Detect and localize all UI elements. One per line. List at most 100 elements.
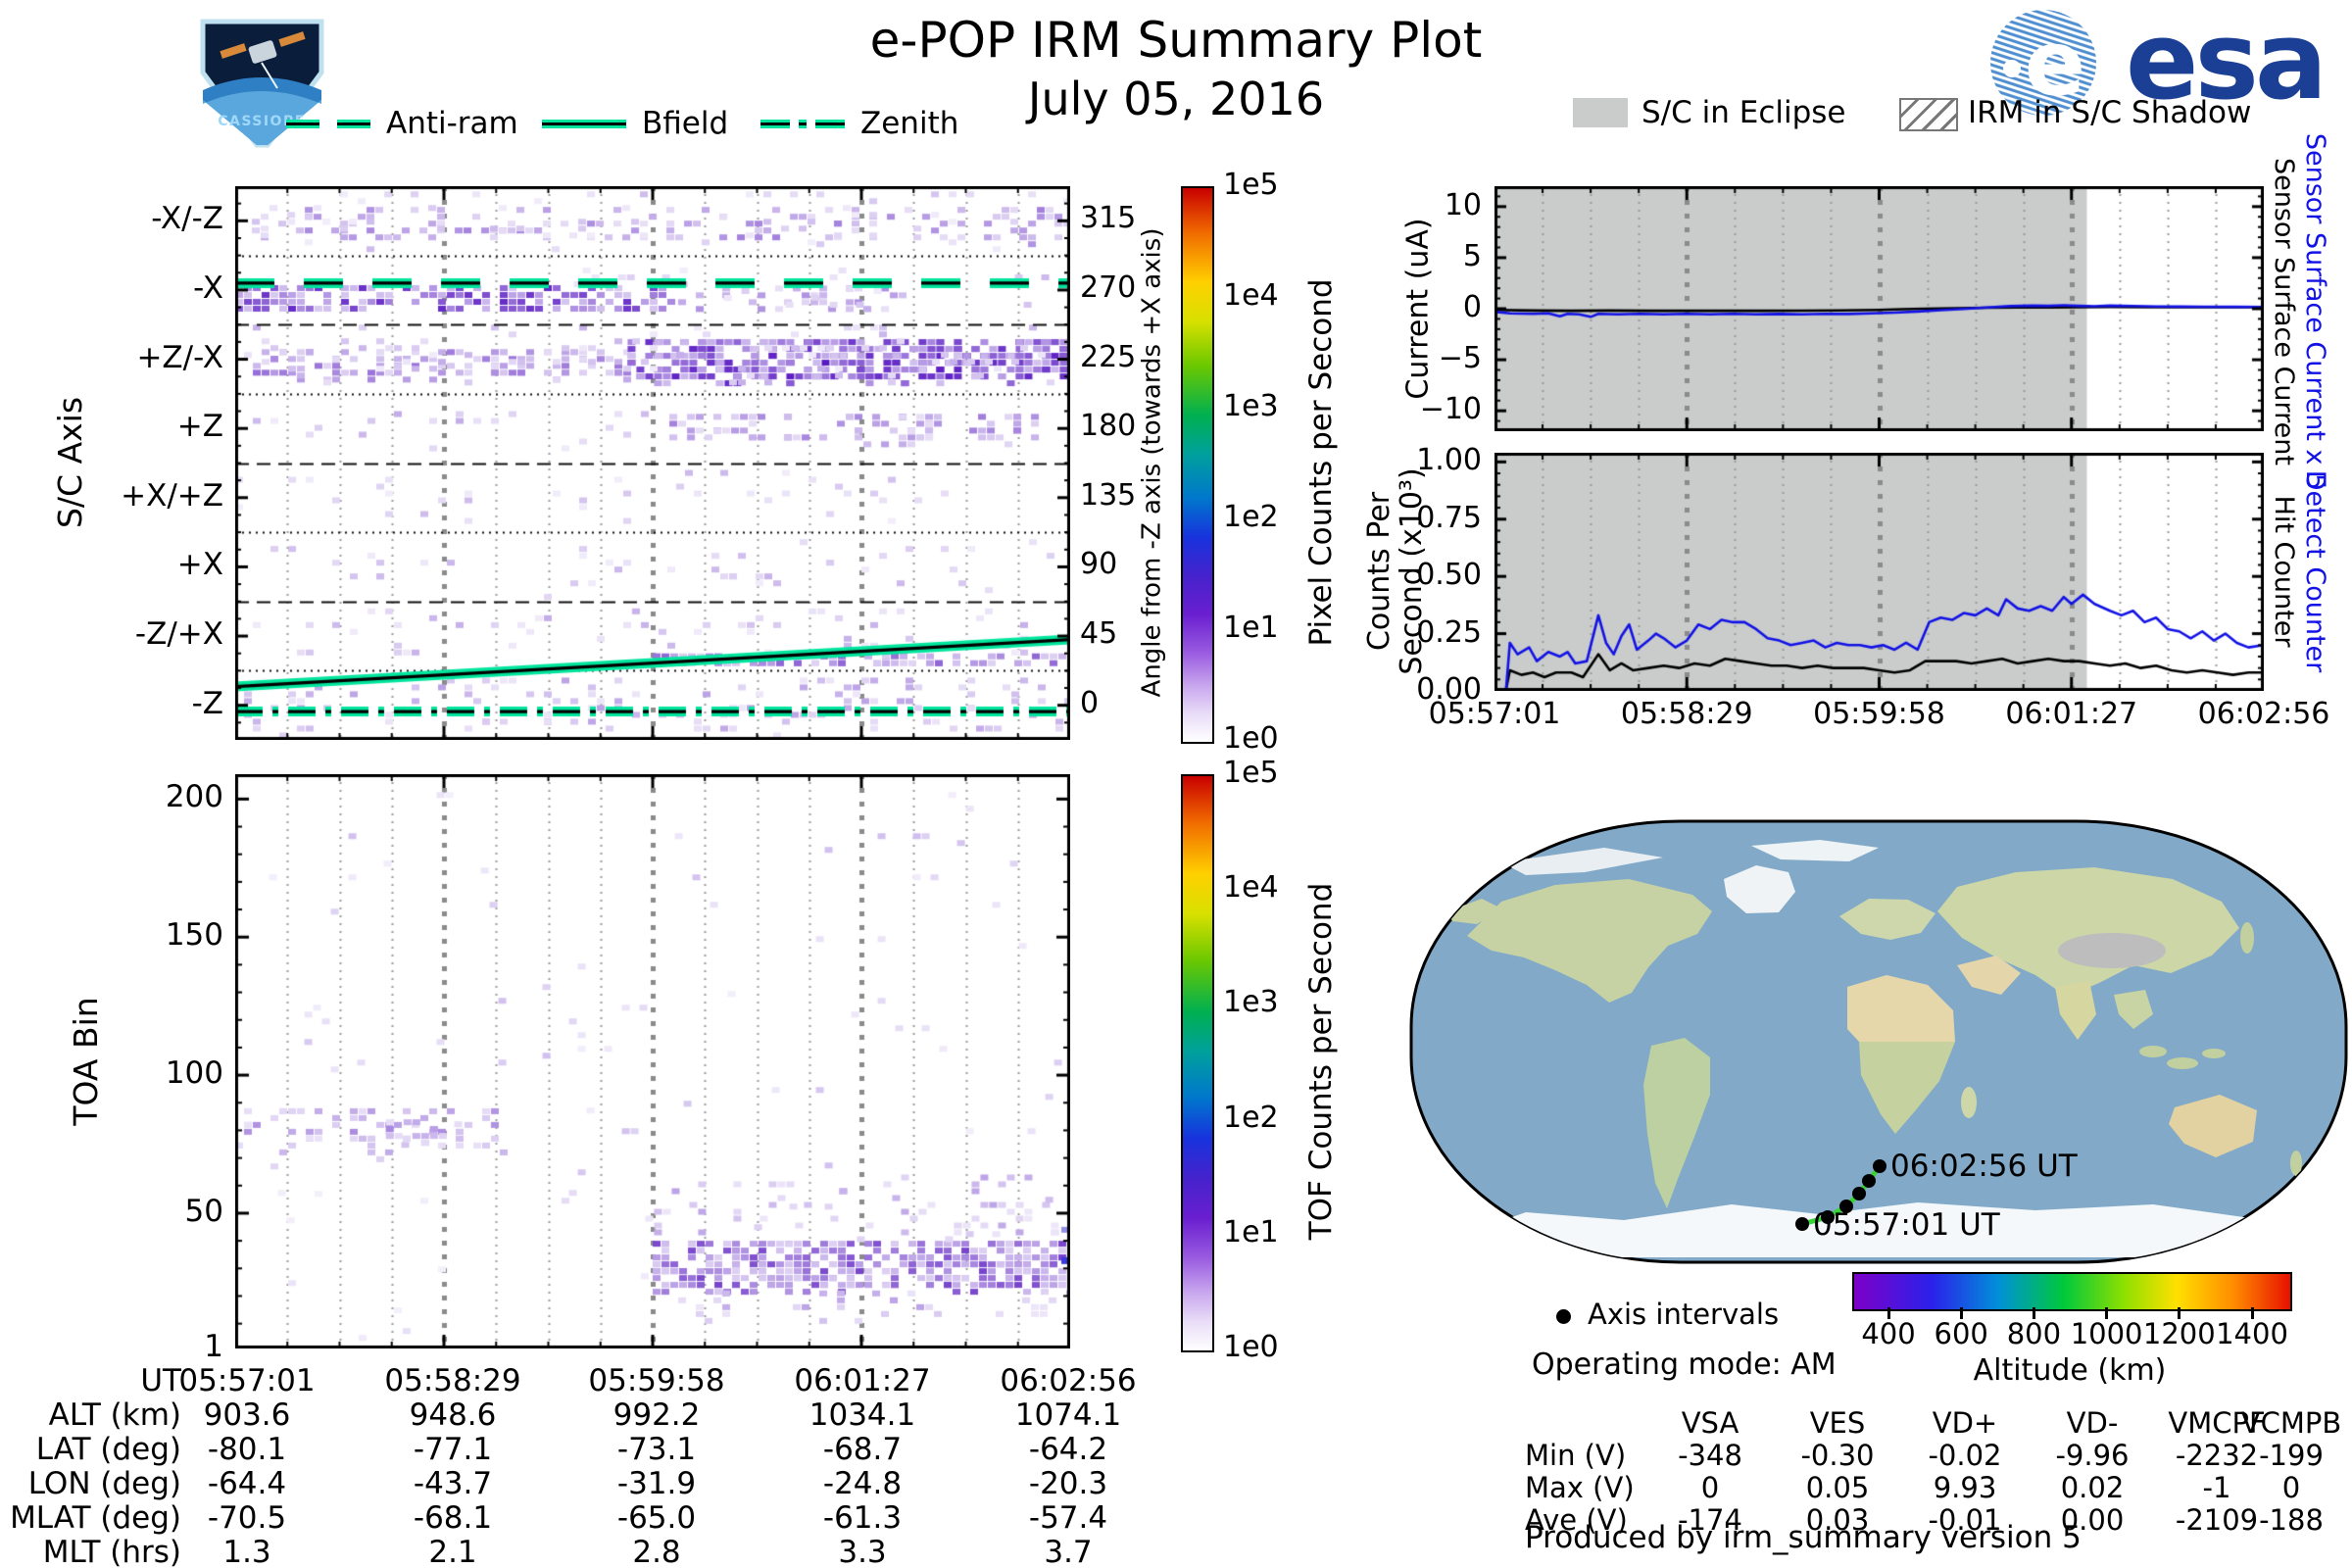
altitude-tick-label: 1400 [2216,1317,2288,1350]
operating-mode-label: Operating mode: AM [1532,1348,1837,1382]
time-tick-label: 06:02:56 [2197,697,2330,731]
sc-axis-band-label: -Z/+X [134,616,223,653]
ephemeris-cell: -24.8 [822,1466,903,1501]
counts-tick-label: 1.00 [1416,443,1482,478]
voltage-cell: 0.05 [1805,1471,1870,1504]
voltage-cell: -0.30 [1800,1439,1875,1472]
ephemeris-cell: -31.9 [616,1466,697,1501]
attitude-legend-label: Anti-ram [386,106,518,141]
pixel-colorbar-tick-label: 1e3 [1223,389,1279,423]
current-tick-label: −10 [1419,392,1482,427]
footer-version-note: Produced by irm_summary version 5 [1525,1520,2082,1555]
current-tick-label: 10 [1444,187,1482,222]
tof-colorbar-tick-label: 1e1 [1223,1214,1279,1250]
zenith-line-sample-icon [760,119,845,128]
tof-colorbar-tick-label: 1e0 [1223,1330,1279,1364]
counts-right-label-blue: Detect Counter [2299,469,2330,673]
eclipse-legend-label: S/C in Eclipse [1642,95,1846,130]
pixel-colorbar-tick-label: 1e2 [1223,500,1279,534]
current-tick-label: −5 [1438,341,1482,376]
ephemeris-cell: -70.5 [207,1500,287,1536]
ephemeris-cell: 06:02:56 [1000,1363,1137,1398]
voltage-row-label: Min (V) [1525,1439,1627,1472]
ephemeris-cell: 05:59:58 [588,1363,725,1398]
altitude-colorbar [1852,1272,2292,1311]
angle-tick-label: 135 [1080,477,1137,513]
toa-tick-label: 150 [165,917,223,954]
voltage-cell: -199 [2259,1439,2324,1472]
voltage-column-header: VD+ [1932,1406,1998,1440]
page-title: e-POP IRM Summary Plot [869,12,1483,69]
angle-tick-label: 90 [1080,547,1118,582]
ephemeris-cell: -73.1 [616,1432,697,1467]
ephemeris-cell: 2.1 [428,1535,477,1568]
time-tick-label: 05:57:01 [1428,697,1561,731]
voltage-cell: -0.02 [1928,1439,2002,1472]
attitude-legend-item: Anti-ram [286,106,518,141]
axis-interval-marker [1862,1174,1876,1188]
ephemeris-cell: 3.7 [1044,1535,1093,1568]
ephemeris-cell: 06:01:27 [794,1363,931,1398]
current-tick-label: 0 [1462,290,1482,324]
tof-colorbar-tick-label: 1e2 [1223,1100,1279,1135]
voltage-column-header: VES [1809,1406,1866,1440]
epop-irm-summary-plot: CASSIOPE e-POP IRM Summary Plot July 05,… [0,0,2352,1568]
sc-axis-band-label: -X [193,270,223,306]
ephemeris-cell: -68.7 [822,1432,903,1467]
anti-ram-line-sample-icon [286,119,370,128]
sc-axis-band-label: -Z [191,685,223,721]
axis-interval-marker [1795,1217,1809,1231]
sc-axis-heatmap-canvas [235,186,1070,740]
voltage-cell: -9.96 [2055,1439,2130,1472]
ephemeris-cell: -68.1 [413,1500,493,1536]
pixel-colorbar-tick-label: 1e1 [1223,611,1279,645]
irm-shadow-legend-label: IRM in S/C Shadow [1968,95,2252,130]
angle-tick-label: 315 [1080,201,1137,236]
attitude-legend-label: Zenith [860,106,959,141]
toa-tick-label: 200 [165,779,223,815]
toa-tick-label: 1 [204,1329,223,1364]
sc-axis-band-label: +X [176,547,223,583]
angle-tick-label: 45 [1080,616,1118,652]
voltage-cell: -188 [2259,1503,2324,1537]
voltage-cell: 0.02 [2060,1471,2125,1504]
angle-tick-label: 270 [1080,270,1137,305]
toa-tick-label: 100 [165,1055,223,1092]
ephemeris-cell: -43.7 [413,1466,493,1501]
sc-axis-band-label: +X/+Z [121,477,223,514]
track-start-time-label: 05:57:01 UT [1813,1207,2001,1243]
time-tick-label: 06:01:27 [2005,697,2138,731]
pixel-colorbar-tick-label: 1e0 [1223,721,1279,756]
ephemeris-cell: 3.3 [838,1535,887,1568]
attitude-legend-label: Bfield [642,106,729,141]
axis-interval-marker [1852,1187,1866,1200]
voltage-cell: 9.93 [1933,1471,1997,1504]
ephemeris-cell: -65.0 [616,1500,697,1536]
sensor-current-plot-canvas [1494,186,2264,431]
pixel-colorbar-tick-label: 1e4 [1223,278,1279,313]
current-right-label-black: Sensor Surface Current [2268,158,2299,466]
current-right-label-blue: Sensor Surface Current x 5 [2299,132,2330,491]
current-tick-label: 5 [1462,238,1482,273]
altitude-colorbar-label: Altitude (km) [1973,1353,2167,1388]
voltage-cell: 0 [1700,1471,1720,1504]
attitude-legend-item: Bfield [542,106,728,141]
toa-heatmap-canvas [235,774,1070,1348]
ephemeris-cell: 05:58:29 [384,1363,521,1398]
ephemeris-cell: 948.6 [409,1397,497,1433]
voltage-column-header: VD- [2066,1406,2119,1440]
bfield-line-sample-icon [542,119,626,128]
sc-axis-band-label: -X/-Z [151,201,223,237]
ephemeris-cell: 2.8 [632,1535,681,1568]
tof-colorbar-tick-label: 1e3 [1223,985,1279,1020]
voltage-row-label: Max (V) [1525,1471,1635,1504]
tof-colorbar-tick-label: 1e4 [1223,870,1279,906]
counts-tick-label: 0.75 [1416,500,1482,535]
voltage-column-header: VCMPB [2240,1406,2342,1440]
ephemeris-cell: -57.4 [1028,1500,1108,1536]
ephemeris-cell: -80.1 [207,1432,287,1467]
world-map: 06:02:56 UT 05:57:01 UT [1409,819,2348,1264]
counts-tick-label: 0.50 [1416,558,1482,593]
ephemeris-cell: 1.3 [222,1535,271,1568]
counters-plot-canvas [1494,453,2264,691]
